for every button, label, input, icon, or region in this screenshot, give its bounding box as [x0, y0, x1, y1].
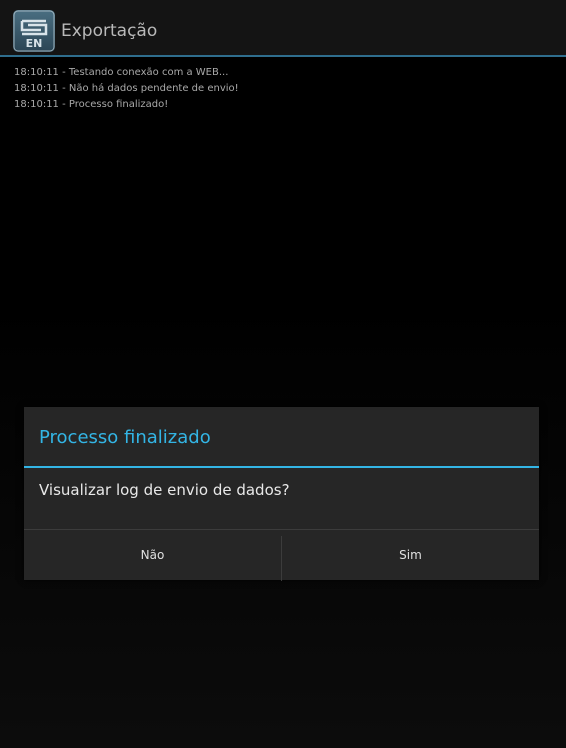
confirm-dialog: Processo finalizado Visualizar log de en… — [24, 407, 539, 581]
app-logo-graphic: EN — [13, 10, 55, 52]
dialog-button-bar: Não Sim — [24, 529, 539, 581]
app-title: Exportação — [61, 21, 158, 41]
export-log: 18:10:11 - Testando conexão com a WEB...… — [14, 65, 554, 113]
dialog-message: Visualizar log de envio de dados? — [39, 481, 290, 499]
logo-lettering: EN — [26, 37, 43, 50]
action-bar: EN Exportação — [0, 0, 566, 57]
log-line: 18:10:11 - Processo finalizado! — [14, 99, 169, 110]
app-logo-icon[interactable]: EN — [13, 10, 55, 52]
log-line: 18:10:11 - Não há dados pendente de envi… — [14, 83, 239, 94]
yes-button[interactable]: Sim — [282, 530, 539, 581]
dialog-title: Processo finalizado — [39, 427, 211, 448]
dialog-title-divider — [24, 466, 539, 468]
no-button[interactable]: Não — [24, 530, 281, 581]
log-line: 18:10:11 - Testando conexão com a WEB... — [14, 67, 229, 78]
app-screen: EN Exportação 18:10:11 - Testando conexã… — [0, 0, 566, 748]
